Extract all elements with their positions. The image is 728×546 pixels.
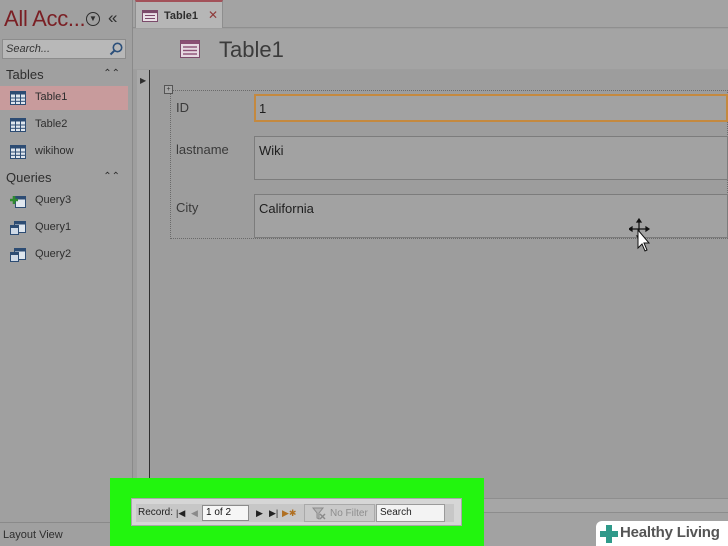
- watermark: Healthy Living: [596, 521, 728, 546]
- record-search-box[interactable]: Search: [376, 504, 445, 522]
- form-icon: [180, 40, 200, 58]
- group-label-queries: Queries: [6, 170, 52, 185]
- record-label: Record:: [138, 507, 174, 518]
- field-label-id: ID: [176, 100, 189, 115]
- field-label-city: City: [176, 200, 199, 215]
- record-navigation-bar: Record: |◀ ◀ 1 of 2 ▶ ▶| ▶✱ No Filter Se…: [131, 498, 462, 526]
- collapse-pane-icon[interactable]: «: [108, 8, 117, 28]
- move-cursor-icon: [629, 218, 651, 252]
- current-record-field[interactable]: 1 of 2: [202, 505, 249, 521]
- nav-item-query1[interactable]: Query1: [0, 216, 128, 240]
- form-icon: [142, 10, 158, 22]
- select-query-icon: [10, 221, 26, 235]
- form-title: Table1: [219, 37, 284, 62]
- filter-button[interactable]: No Filter: [304, 504, 375, 522]
- watermark-text: Healthy Living: [620, 524, 720, 541]
- close-icon[interactable]: ✕: [208, 8, 218, 22]
- health-cross-icon: [600, 525, 618, 543]
- chevron-up-icon[interactable]: ⌃⌃: [103, 171, 120, 182]
- next-record-icon[interactable]: ▶: [256, 506, 263, 520]
- nav-item-label: Query1: [35, 221, 72, 233]
- layout-move-handle-icon[interactable]: +: [164, 85, 173, 94]
- nav-item-query3[interactable]: Query3: [0, 189, 128, 213]
- first-record-icon[interactable]: |◀: [176, 506, 185, 520]
- new-record-icon[interactable]: ▶✱: [282, 506, 296, 520]
- nav-item-label: Table1: [35, 91, 68, 103]
- group-header-tables[interactable]: Tables ⌃⌃: [6, 67, 126, 85]
- field-city-textbox[interactable]: California: [254, 194, 728, 238]
- nav-pane-title[interactable]: All Acc...: [4, 6, 86, 32]
- filter-label: No Filter: [330, 508, 368, 519]
- group-header-queries[interactable]: Queries ⌃⌃: [6, 170, 126, 188]
- table-icon: [10, 91, 26, 105]
- status-bar: Layout View: [0, 522, 110, 546]
- navigation-pane: All Acc... ▼ « Tables ⌃⌃ Table1 Table2: [0, 0, 133, 522]
- field-label-lastname: lastname: [176, 142, 229, 157]
- field-id-textbox[interactable]: 1: [254, 94, 728, 122]
- nav-item-query2[interactable]: Query2: [0, 243, 128, 267]
- document-tab-strip: Table1 ✕: [133, 0, 728, 28]
- select-query-icon: [10, 248, 26, 262]
- nav-item-wikihow[interactable]: wikihow: [0, 140, 128, 164]
- previous-record-icon[interactable]: ◀: [191, 506, 198, 520]
- chevron-up-icon[interactable]: ⌃⌃: [103, 68, 120, 79]
- record-selector[interactable]: ▶: [137, 70, 150, 498]
- current-record-arrow-icon: ▶: [140, 76, 147, 85]
- nav-item-table2[interactable]: Table2: [0, 113, 128, 137]
- nav-item-label: Query2: [35, 248, 72, 260]
- record-navigation-inner: Record: |◀ ◀ 1 of 2 ▶ ▶| ▶✱ No Filter Se…: [136, 504, 454, 522]
- view-status-text: Layout View: [3, 529, 63, 541]
- nav-item-table1[interactable]: Table1: [0, 86, 128, 110]
- table-icon: [10, 118, 26, 132]
- table-icon: [10, 145, 26, 159]
- nav-search-box: [2, 39, 126, 59]
- form-header: Table1: [133, 29, 728, 69]
- field-lastname-textbox[interactable]: Wiki: [254, 136, 728, 180]
- append-query-icon: [10, 196, 26, 208]
- tab-table1[interactable]: Table1 ✕: [135, 0, 223, 28]
- nav-item-label: wikihow: [35, 145, 74, 157]
- nav-item-label: Query3: [35, 194, 72, 206]
- search-icon[interactable]: [108, 41, 124, 57]
- group-label-tables: Tables: [6, 67, 44, 82]
- nav-item-label: Table2: [35, 118, 68, 130]
- filter-icon: [312, 507, 326, 520]
- tab-label: Table1: [164, 10, 199, 22]
- chevron-down-icon[interactable]: ▼: [86, 12, 100, 26]
- horizontal-scrollbar[interactable]: [484, 498, 728, 512]
- nav-search-input[interactable]: [3, 40, 109, 58]
- last-record-icon[interactable]: ▶|: [269, 506, 278, 520]
